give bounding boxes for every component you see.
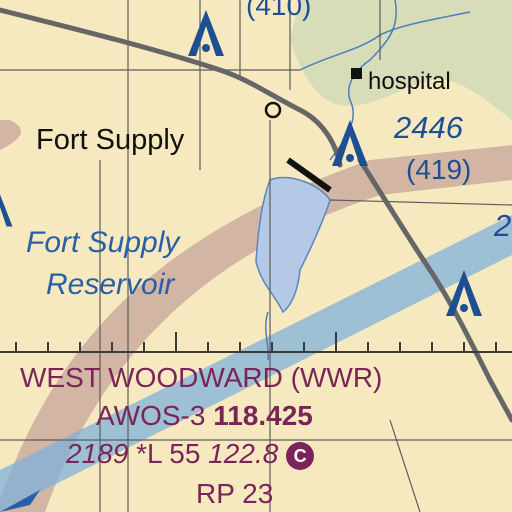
obstacle-icon (332, 120, 368, 166)
traffic-pattern: RP 23 (196, 478, 274, 509)
reservoir-label-line1: Fort Supply (26, 226, 180, 259)
awos-label: AWOS-3 (96, 400, 206, 431)
top-partial-label: (410) (246, 0, 312, 21)
airport-awos-line: AWOS-3 118.425 (96, 402, 313, 430)
sectional-chart-map[interactable]: (410) hospital Fort Supply 2446 (419) Fo… (0, 0, 512, 512)
reservoir-label-line2: Reservoir (46, 268, 175, 301)
runway-length: 55 (169, 438, 201, 469)
airport-elevation: 2189 (66, 438, 129, 469)
obstacle-agl-label: (419) (406, 154, 472, 185)
top-right-partial-label: 2 (494, 208, 512, 243)
awos-frequency: 118.425 (213, 400, 313, 431)
obstacle-icon (446, 270, 482, 316)
hospital-icon (351, 68, 362, 79)
airport-lighting: *L (136, 438, 162, 469)
obstacle-msl-label: 2446 (394, 110, 463, 145)
obstacle-icon (188, 10, 224, 56)
town-label[interactable]: Fort Supply (36, 126, 184, 155)
airport-name[interactable]: WEST WOODWARD (WWR) (20, 364, 382, 392)
hospital-label: hospital (368, 68, 451, 95)
obstacle-icon (0, 194, 13, 227)
ctaf-icon: C (286, 441, 315, 470)
airport-info-line: 2189 *L 55 122.8 C (66, 438, 315, 470)
ctaf-frequency: 122.8 (208, 438, 279, 469)
